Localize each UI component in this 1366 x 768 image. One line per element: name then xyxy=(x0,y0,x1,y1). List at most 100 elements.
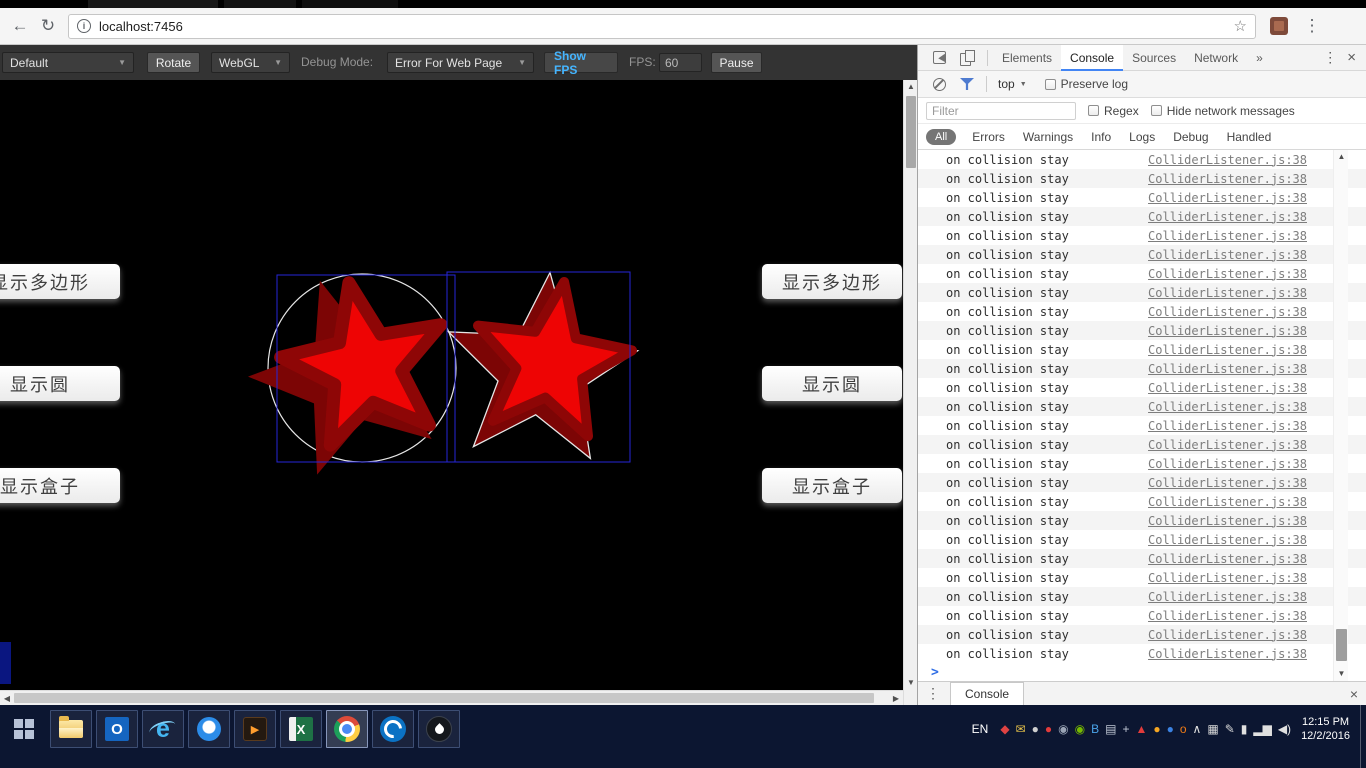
console-source-link[interactable]: ColliderListener.js:38 xyxy=(1148,419,1307,433)
devtools-tab-elements[interactable]: Elements xyxy=(993,45,1061,71)
tray-expand-icon[interactable]: ∧ xyxy=(1193,723,1202,735)
taskbar-app-file-explorer[interactable] xyxy=(50,710,92,748)
back-icon[interactable]: ← xyxy=(6,16,34,36)
scroll-down-icon[interactable]: ▼ xyxy=(1334,667,1349,681)
page-info-icon[interactable]: i xyxy=(77,19,91,33)
hide-network-checkbox[interactable] xyxy=(1150,105,1162,116)
taskbar-app-chrome[interactable] xyxy=(326,710,368,748)
console-source-link[interactable]: ColliderListener.js:38 xyxy=(1148,153,1307,167)
devtools-tab-sources[interactable]: Sources xyxy=(1123,45,1185,71)
console-source-link[interactable]: ColliderListener.js:38 xyxy=(1148,476,1307,490)
console-source-link[interactable]: ColliderListener.js:38 xyxy=(1148,628,1307,642)
taskbar-app-qq-browser[interactable] xyxy=(188,710,230,748)
scroll-down-icon[interactable]: ▼ xyxy=(904,676,918,690)
game-button-left-1[interactable]: 显示多边形 xyxy=(0,264,120,299)
tray-sync-icon[interactable]: ● xyxy=(1032,723,1039,735)
taskbar-app-skype[interactable] xyxy=(372,710,414,748)
game-button-left-3[interactable]: 显示盒子 xyxy=(0,468,120,503)
pause-button[interactable]: Pause xyxy=(711,52,762,73)
console-source-link[interactable]: ColliderListener.js:38 xyxy=(1148,400,1307,414)
reload-icon[interactable]: ↻ xyxy=(34,16,62,36)
page-horizontal-scrollbar[interactable]: ◀ ▶ xyxy=(0,690,903,705)
tray-music-icon[interactable]: ● xyxy=(1045,723,1052,735)
console-level-warnings[interactable]: Warnings xyxy=(1023,130,1073,144)
console-source-link[interactable]: ColliderListener.js:38 xyxy=(1148,457,1307,471)
drawer-close-icon[interactable]: × xyxy=(1350,686,1358,702)
start-button[interactable] xyxy=(4,710,44,748)
game-button-left-2[interactable]: 显示圆 xyxy=(0,366,120,401)
console-level-errors[interactable]: Errors xyxy=(972,130,1005,144)
page-vertical-scrollbar[interactable]: ▲ ▼ xyxy=(903,80,917,705)
console-source-link[interactable]: ColliderListener.js:38 xyxy=(1148,191,1307,205)
devtools-menu-icon[interactable]: ⋮ xyxy=(1323,49,1337,66)
tray-office-icon[interactable]: o xyxy=(1180,723,1187,735)
extension-icon[interactable] xyxy=(1270,17,1288,35)
game-button-right-3[interactable]: 显示盒子 xyxy=(762,468,902,503)
game-canvas[interactable]: 显示多边形显示圆显示盒子 显示多边形显示圆显示盒子 xyxy=(0,80,903,690)
tray-volume-icon[interactable]: ◀) xyxy=(1278,723,1291,735)
fps-input[interactable] xyxy=(659,53,702,72)
console-source-link[interactable]: ColliderListener.js:38 xyxy=(1148,248,1307,262)
scroll-left-icon[interactable]: ◀ xyxy=(0,691,14,706)
tray-battery-icon[interactable]: ▮ xyxy=(1241,723,1248,735)
console-level-handled[interactable]: Handled xyxy=(1227,130,1272,144)
console-source-link[interactable]: ColliderListener.js:38 xyxy=(1148,438,1307,452)
scrollbar-thumb[interactable] xyxy=(14,693,874,703)
show-desktop-button[interactable] xyxy=(1360,705,1366,768)
tray-ime-icon[interactable]: ▦ xyxy=(1207,723,1218,735)
regex-checkbox[interactable] xyxy=(1088,105,1099,116)
preserve-log-checkbox[interactable] xyxy=(1044,78,1056,90)
taskbar-app-media-player[interactable]: ▶ xyxy=(234,710,276,748)
console-level-debug[interactable]: Debug xyxy=(1173,130,1208,144)
url-text[interactable]: localhost:7456 xyxy=(99,19,183,34)
console-source-link[interactable]: ColliderListener.js:38 xyxy=(1148,286,1307,300)
console-source-link[interactable]: ColliderListener.js:38 xyxy=(1148,229,1307,243)
console-source-link[interactable]: ColliderListener.js:38 xyxy=(1148,552,1307,566)
console-source-link[interactable]: ColliderListener.js:38 xyxy=(1148,267,1307,281)
tray-graphics-icon[interactable]: ◉ xyxy=(1075,723,1085,735)
clear-console-icon[interactable] xyxy=(933,77,946,91)
console-source-link[interactable]: ColliderListener.js:38 xyxy=(1148,343,1307,357)
taskbar-clock[interactable]: 12:15 PM 12/2/2016 xyxy=(1301,710,1350,748)
game-button-right-2[interactable]: 显示圆 xyxy=(762,366,902,401)
console-source-link[interactable]: ColliderListener.js:38 xyxy=(1148,647,1307,661)
devtools-tab-console[interactable]: Console xyxy=(1061,44,1124,71)
address-bar[interactable]: i localhost:7456 ☆ xyxy=(68,13,1256,39)
scene-select[interactable]: Default ▼ xyxy=(2,52,134,73)
scroll-up-icon[interactable]: ▲ xyxy=(904,80,918,94)
taskbar-app-internet-explorer[interactable]: e xyxy=(142,710,184,748)
browser-menu-icon[interactable]: ⋮ xyxy=(1298,16,1326,36)
console-source-link[interactable]: ColliderListener.js:38 xyxy=(1148,609,1307,623)
console-level-info[interactable]: Info xyxy=(1091,130,1111,144)
drawer-tab-console[interactable]: Console xyxy=(950,682,1025,705)
game-button-right-1[interactable]: 显示多边形 xyxy=(762,264,902,299)
device-toolbar-icon[interactable] xyxy=(960,50,975,66)
scroll-right-icon[interactable]: ▶ xyxy=(889,691,903,706)
devtools-tab-network[interactable]: Network xyxy=(1185,45,1247,71)
tray-mail-icon[interactable]: ✉ xyxy=(1016,723,1026,735)
tray-alert-icon[interactable]: ▲ xyxy=(1135,723,1147,735)
console-source-link[interactable]: ColliderListener.js:38 xyxy=(1148,324,1307,338)
tray-bluetooth-icon[interactable]: B xyxy=(1091,723,1099,735)
rotate-button[interactable]: Rotate xyxy=(147,52,200,73)
tray-pen-icon[interactable]: ✎ xyxy=(1225,723,1235,735)
taskbar-app-water-drop[interactable] xyxy=(418,710,460,748)
console-source-link[interactable]: ColliderListener.js:38 xyxy=(1148,514,1307,528)
console-source-link[interactable]: ColliderListener.js:38 xyxy=(1148,172,1307,186)
console-source-link[interactable]: ColliderListener.js:38 xyxy=(1148,590,1307,604)
scrollbar-thumb[interactable] xyxy=(1336,629,1347,661)
tray-drive-icon[interactable]: ● xyxy=(1167,723,1174,735)
console-source-link[interactable]: ColliderListener.js:38 xyxy=(1148,210,1307,224)
language-indicator[interactable]: EN xyxy=(972,710,989,748)
show-fps-button[interactable]: Show FPS xyxy=(544,49,618,77)
execution-context-select[interactable]: top ▼ xyxy=(998,77,1027,91)
tray-antivirus-icon[interactable]: ◆ xyxy=(1000,723,1009,735)
console-level-logs[interactable]: Logs xyxy=(1129,130,1155,144)
scrollbar-thumb[interactable] xyxy=(906,96,916,168)
devtools-close-icon[interactable]: × xyxy=(1347,49,1356,66)
console-source-link[interactable]: ColliderListener.js:38 xyxy=(1148,305,1307,319)
filter-input[interactable] xyxy=(926,101,1076,120)
inspect-element-icon[interactable] xyxy=(933,51,946,64)
console-source-link[interactable]: ColliderListener.js:38 xyxy=(1148,571,1307,585)
devtools-tabs-overflow-icon[interactable]: » xyxy=(1247,45,1272,71)
